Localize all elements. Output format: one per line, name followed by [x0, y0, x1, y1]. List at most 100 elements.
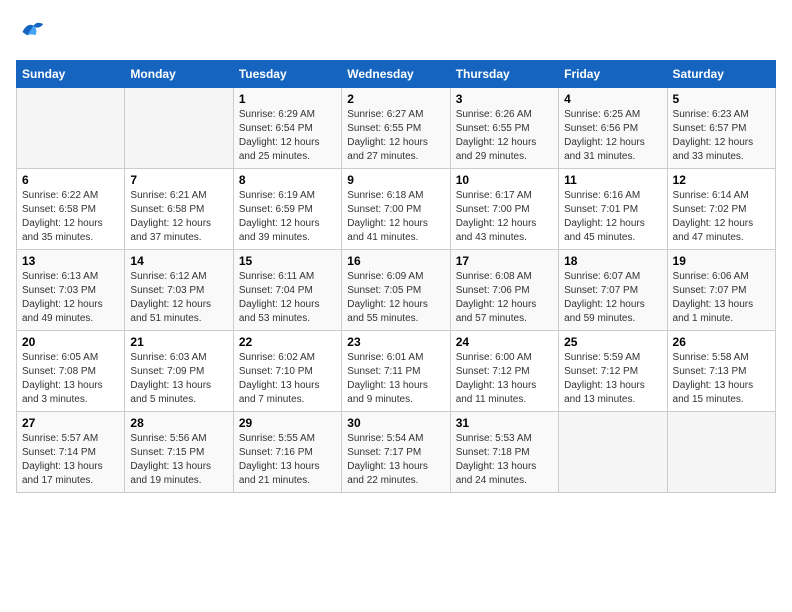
day-info: Sunrise: 6:19 AMSunset: 6:59 PMDaylight:…: [239, 189, 336, 245]
calendar-table: SundayMondayTuesdayWednesdayThursdayFrid…: [16, 60, 776, 493]
sunrise-text: Sunrise: 6:19 AM: [239, 190, 315, 201]
calendar-week-row: 1Sunrise: 6:29 AMSunset: 6:54 PMDaylight…: [17, 88, 776, 169]
sunset-text: Sunset: 6:56 PM: [564, 123, 638, 134]
daylight-text: Daylight: 13 hours and 9 minutes.: [347, 380, 428, 405]
day-number: 15: [239, 254, 336, 268]
sunset-text: Sunset: 7:05 PM: [347, 285, 421, 296]
calendar-cell: 8 Sunrise: 6:19 AMSunset: 6:59 PMDaylight…: [233, 169, 341, 250]
day-info: Sunrise: 6:25 AMSunset: 6:56 PMDaylight:…: [564, 108, 661, 164]
day-info: Sunrise: 5:56 AM Sunset: 7:15 PM Daylight:…: [130, 432, 227, 488]
daylight-text: Daylight: 13 hours and 11 minutes.: [456, 380, 537, 405]
day-info: Sunrise: 6:21 AMSunset: 6:58 PMDaylight:…: [130, 189, 227, 245]
sunset-text: Sunset: 7:16 PM: [239, 447, 313, 458]
sunset-text: Sunset: 7:07 PM: [564, 285, 638, 296]
sunset-text: Sunset: 7:01 PM: [564, 204, 638, 215]
day-number: 12: [673, 173, 770, 187]
daylight-text: Daylight: 12 hours and 27 minutes.: [347, 137, 428, 162]
day-number: 8: [239, 173, 336, 187]
calendar-cell: 17Sunrise: 6:08 AMSunset: 7:06 PMDayligh…: [450, 250, 558, 331]
day-number: 22: [239, 335, 336, 349]
daylight-text: Daylight: 12 hours and 57 minutes.: [456, 299, 537, 324]
day-info: Sunrise: 6:16 AMSunset: 7:01 PMDaylight:…: [564, 189, 661, 245]
day-info: Sunrise: 6:14 AMSunset: 7:02 PMDaylight:…: [673, 189, 770, 245]
calendar-cell: 1Sunrise: 6:29 AMSunset: 6:54 PMDaylight…: [233, 88, 341, 169]
daylight-text: Daylight: 12 hours and 47 minutes.: [673, 218, 754, 243]
day-info: Sunrise: 6:27 AMSunset: 6:55 PMDaylight:…: [347, 108, 444, 164]
sunset-text: Sunset: 7:06 PM: [456, 285, 530, 296]
weekday-header-thursday: Thursday: [450, 61, 558, 88]
day-number: 31: [456, 416, 553, 430]
daylight-text: Daylight: 13 hours and 1 minute.: [673, 299, 754, 324]
calendar-cell: [125, 88, 233, 169]
daylight-text: Daylight: 13 hours and 7 minutes.: [239, 380, 320, 405]
sunrise-text: Sunrise: 6:08 AM: [456, 271, 532, 282]
sunset-text: Sunset: 7:15 PM: [130, 447, 204, 458]
sunrise-text: Sunrise: 6:18 AM: [347, 190, 423, 201]
calendar-cell: 18Sunrise: 6:07 AMSunset: 7:07 PMDayligh…: [559, 250, 667, 331]
day-info: Sunrise: 6:26 AMSunset: 6:55 PMDaylight:…: [456, 108, 553, 164]
calendar-cell: 26Sunrise: 5:58 AMSunset: 7:13 PMDayligh…: [667, 331, 775, 412]
sunrise-text: Sunrise: 5:57 AM: [22, 433, 98, 444]
day-info: Sunrise: 6:02 AMSunset: 7:10 PMDaylight:…: [239, 351, 336, 407]
calendar-cell: [667, 412, 775, 493]
sunset-text: Sunset: 7:09 PM: [130, 366, 204, 377]
calendar-cell: 5Sunrise: 6:23 AMSunset: 6:57 PMDaylight…: [667, 88, 775, 169]
calendar-cell: 22 Sunrise: 6:02 AMSunset: 7:10 PMDayligh…: [233, 331, 341, 412]
day-number: 19: [673, 254, 770, 268]
calendar-cell: 23Sunrise: 6:01 AMSunset: 7:11 PMDayligh…: [342, 331, 450, 412]
day-number: 1: [239, 92, 336, 106]
day-info: Sunrise: 6:13 AM Sunset: 7:03 PM Daylight:…: [22, 270, 119, 326]
daylight-text: Daylight: 12 hours and 43 minutes.: [456, 218, 537, 243]
sunrise-text: Sunrise: 6:22 AM: [22, 190, 98, 201]
day-number: 9: [347, 173, 444, 187]
day-info: Sunrise: 6:08 AM Sunset: 7:06 PM Daylight:…: [456, 270, 553, 326]
calendar-cell: 10Sunrise: 6:17 AMSunset: 7:00 PMDayligh…: [450, 169, 558, 250]
calendar-cell: 29Sunrise: 5:55 AMSunset: 7:16 PMDayligh…: [233, 412, 341, 493]
sunrise-text: Sunrise: 6:03 AM: [130, 352, 206, 363]
sunrise-text: Sunrise: 6:13 AM: [22, 271, 98, 282]
sunrise-text: Sunrise: 6:23 AM: [673, 109, 749, 120]
calendar-week-row: 20Sunrise: 6:05 AMSunset: 7:08 PMDayligh…: [17, 331, 776, 412]
sunrise-text: Sunrise: 6:06 AM: [673, 271, 749, 282]
sunrise-text: Sunrise: 5:59 AM: [564, 352, 640, 363]
calendar-cell: 19 Sunrise: 6:06 AM Sunset: 7:07 PM Dayligh…: [667, 250, 775, 331]
day-number: 27: [22, 416, 119, 430]
day-number: 28: [130, 416, 227, 430]
sunset-text: Sunset: 7:07 PM: [673, 285, 747, 296]
day-info: Sunrise: 6:18 AMSunset: 7:00 PMDaylight:…: [347, 189, 444, 245]
calendar-header-row: SundayMondayTuesdayWednesdayThursdayFrid…: [17, 61, 776, 88]
daylight-text: Daylight: 13 hours and 5 minutes.: [130, 380, 211, 405]
sunset-text: Sunset: 6:55 PM: [456, 123, 530, 134]
calendar-cell: 28 Sunrise: 5:56 AM Sunset: 7:15 PM Dayligh…: [125, 412, 233, 493]
day-info: Sunrise: 5:53 AMSunset: 7:18 PMDaylight:…: [456, 432, 553, 488]
sunset-text: Sunset: 6:58 PM: [130, 204, 204, 215]
day-number: 21: [130, 335, 227, 349]
daylight-text: Daylight: 13 hours and 22 minutes.: [347, 461, 428, 486]
day-info: Sunrise: 5:59 AMSunset: 7:12 PMDaylight:…: [564, 351, 661, 407]
sunset-text: Sunset: 7:12 PM: [456, 366, 530, 377]
daylight-text: Daylight: 13 hours and 13 minutes.: [564, 380, 645, 405]
weekday-header-saturday: Saturday: [667, 61, 775, 88]
sunrise-text: Sunrise: 6:25 AM: [564, 109, 640, 120]
calendar-week-row: 27Sunrise: 5:57 AMSunset: 7:14 PMDayligh…: [17, 412, 776, 493]
weekday-header-sunday: Sunday: [17, 61, 125, 88]
sunrise-text: Sunrise: 5:56 AM: [130, 433, 206, 444]
daylight-text: Daylight: 12 hours and 49 minutes.: [22, 299, 103, 324]
day-number: 26: [673, 335, 770, 349]
daylight-text: Daylight: 13 hours and 19 minutes.: [130, 461, 211, 486]
daylight-text: Daylight: 12 hours and 33 minutes.: [673, 137, 754, 162]
calendar-cell: 25 Sunrise: 5:59 AMSunset: 7:12 PMDayligh…: [559, 331, 667, 412]
logo-icon: [16, 16, 48, 48]
day-number: 25: [564, 335, 661, 349]
day-number: 23: [347, 335, 444, 349]
sunrise-text: Sunrise: 6:16 AM: [564, 190, 640, 201]
daylight-text: Daylight: 12 hours and 59 minutes.: [564, 299, 645, 324]
sunset-text: Sunset: 7:03 PM: [22, 285, 96, 296]
daylight-text: Daylight: 13 hours and 17 minutes.: [22, 461, 103, 486]
calendar-cell: 21 Sunrise: 6:03 AM Sunset: 7:09 PM Dayligh…: [125, 331, 233, 412]
daylight-text: Daylight: 12 hours and 39 minutes.: [239, 218, 320, 243]
sunset-text: Sunset: 7:18 PM: [456, 447, 530, 458]
weekday-header-wednesday: Wednesday: [342, 61, 450, 88]
sunset-text: Sunset: 7:10 PM: [239, 366, 313, 377]
day-info: Sunrise: 6:09 AMSunset: 7:05 PMDaylight:…: [347, 270, 444, 326]
